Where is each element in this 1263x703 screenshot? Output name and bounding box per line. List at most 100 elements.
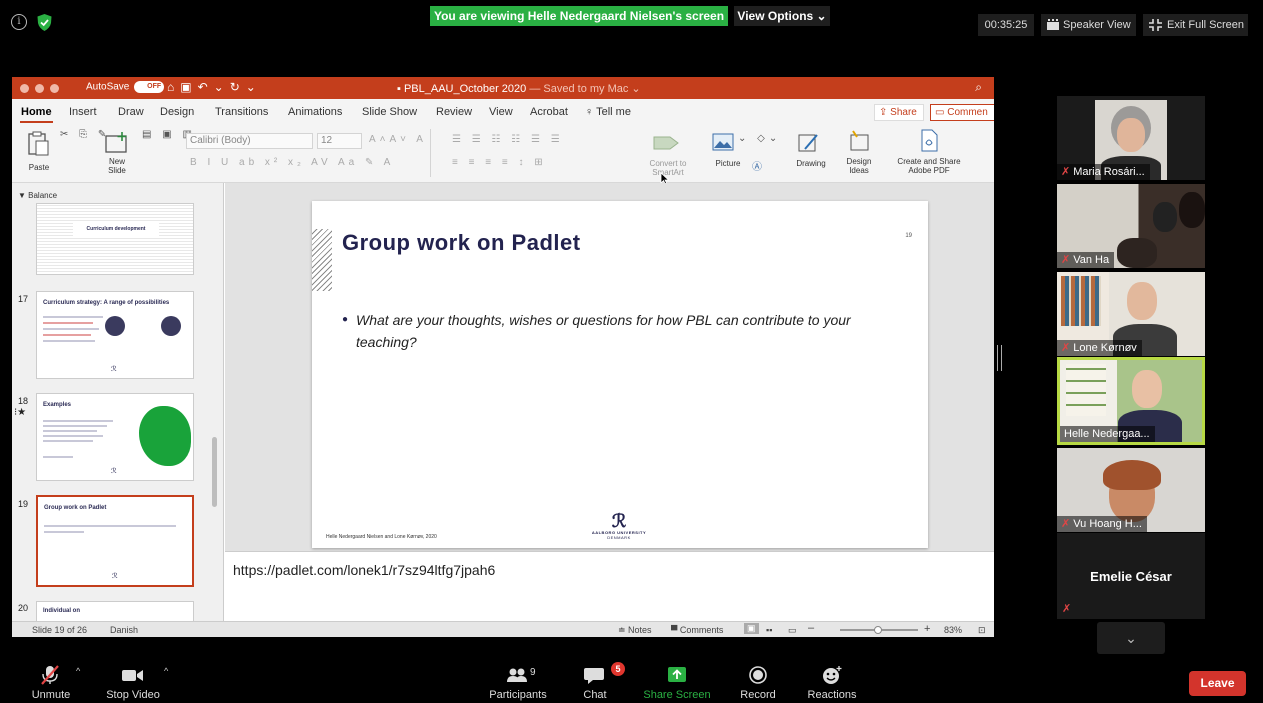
thumb-circle [161,316,181,336]
unmute-button[interactable]: Unmute ^ [20,656,82,703]
tab-home[interactable]: Home [21,106,52,118]
video-options-caret[interactable]: ^ [164,666,168,676]
autosave-toggle[interactable]: AutoSave OFF [86,81,165,93]
audio-options-caret[interactable]: ^ [76,666,80,676]
participant-tile[interactable]: ✗ Vu Hoang H... [1057,448,1205,532]
participant-tile[interactable]: ✗ Van Ha [1057,184,1205,268]
tab-transitions[interactable]: Transitions [215,106,268,118]
slide-thumbnail-16[interactable]: Curriculum development [36,203,194,275]
participant-tile[interactable]: ✗ Maria Rosári... [1057,96,1205,180]
show-more-participants-button[interactable]: ⌄ [1097,622,1165,654]
tab-animations[interactable]: Animations [288,106,342,118]
slide-thumbnail-20[interactable]: Individual on [36,601,194,621]
font-size-buttons[interactable]: A˄A˅ A [369,134,427,145]
normal-view-icon[interactable]: ▣ [744,623,759,634]
speaker-view-button[interactable]: Speaker View [1041,14,1136,36]
slide-thumbnail-17[interactable]: Curriculum strategy: A range of possibil… [36,291,194,379]
thumb-text-line [44,525,176,527]
exit-full-screen-button[interactable]: Exit Full Screen [1143,14,1248,36]
share-button[interactable]: ⇪ Share [874,104,924,121]
font-family-select[interactable]: Calibri (Body) [186,133,313,149]
chat-button[interactable]: Chat [575,656,615,703]
minimize-window-button[interactable] [35,84,44,93]
autosave-state[interactable]: OFF [134,81,165,93]
tab-view[interactable]: View [489,106,513,118]
info-icon[interactable]: i [11,14,27,30]
thumb-text-line [43,328,99,330]
tab-acrobat[interactable]: Acrobat [530,106,568,118]
tab-design[interactable]: Design [160,106,194,118]
fit-to-window-icon[interactable]: ⊡ [978,625,986,636]
zoom-out-button[interactable]: – [808,622,814,634]
new-slide-label: New Slide [108,157,126,175]
design-ideas-icon[interactable] [848,129,870,153]
zoom-percent[interactable]: 83% [944,625,962,635]
chat-unread-badge: 5 [611,662,625,676]
muted-mic-icon: ✗ [1061,254,1071,266]
adobe-pdf-icon[interactable] [919,129,939,153]
smartart-icon[interactable] [652,131,682,155]
quick-access-toolbar[interactable]: ⌂▣↶⌄↻⌄ [167,80,262,94]
alignment-buttons[interactable]: ≡ ≡ ≡ ≡ ↕ ⊞ [452,157,547,168]
ppt-title-bar: AutoSave OFF ⌂▣↶⌄↻⌄ ▪ PBL_AAU_October 20… [12,77,994,99]
leave-meeting-button[interactable]: Leave [1189,671,1246,696]
thumbnail-scrollbar[interactable] [212,437,217,507]
participants-label: Participants [489,689,547,701]
picture-label: Picture [715,159,741,168]
hair-shape [1103,460,1161,490]
split-divider-handle[interactable] [997,345,1002,371]
participant-name: ✗ Vu Hoang H... [1057,516,1147,532]
zoom-window-button[interactable] [50,84,59,93]
new-slide-icon[interactable] [104,131,132,155]
comments-toggle[interactable]: ▀ Comments [671,625,723,635]
list-buttons[interactable]: ☰ ☰ ☷ ☷ ☰ ☰ [452,134,564,145]
slide-thumbnail-19[interactable]: Group work on Padlet ℛ [36,495,194,587]
notes-toggle[interactable]: ≐ Notes [618,625,652,636]
reactions-button[interactable]: Reactions [802,656,862,703]
paste-icon[interactable] [26,131,50,157]
close-window-button[interactable] [20,84,29,93]
lightbulb-icon: ♀ [585,106,597,118]
comments-button[interactable]: ▭ Commen [930,104,994,121]
viewing-screen-banner: You are viewing Helle Nedergaard Nielsen… [430,6,728,26]
slide-decoration [312,229,332,291]
text-format-buttons[interactable]: B I U ab x² x₂ AV Aa ✎ A [190,157,394,168]
tab-review[interactable]: Review [436,106,472,118]
thumb-green-cloud [139,406,191,466]
share-screen-button[interactable]: Share Screen [639,656,715,703]
shared-powerpoint-window: AutoSave OFF ⌂▣↶⌄↻⌄ ▪ PBL_AAU_October 20… [12,77,994,637]
tell-me-search[interactable]: ♀ Tell me [585,106,631,118]
aau-logo-icon: ℛ [111,468,117,475]
security-shield-icon[interactable] [36,13,53,32]
section-header[interactable]: ▼ Balance [18,191,57,200]
participants-button[interactable]: Participants [483,656,553,703]
picture-icon[interactable] [712,133,734,151]
zoom-slider-knob[interactable] [874,626,882,634]
tab-insert[interactable]: Insert [69,106,97,118]
speaker-notes-pane[interactable]: https://padlet.com/lonek1/r7sz94ltfg7jpa… [225,551,994,621]
font-size-select[interactable]: 12 [317,133,362,149]
participant-tile-active-speaker[interactable]: Helle Nedergaa... [1057,357,1205,445]
exit-full-screen-icon [1149,19,1162,31]
clipboard-tools[interactable]: ✂ ⎘ ✎ [60,129,110,140]
participant-tile-no-video[interactable]: Emelie César ✗ [1057,533,1205,619]
record-button[interactable]: Record [734,656,782,703]
zoom-in-button[interactable]: + [924,623,930,635]
reactions-label: Reactions [807,689,857,701]
aau-logo-icon: ℛ [611,511,627,531]
drawing-icon[interactable] [797,131,821,155]
search-icon[interactable]: ⌕ [975,80,982,95]
stop-video-button[interactable]: Stop Video ^ [102,656,168,703]
slide-sorter-icon[interactable]: ▪▪ [766,625,772,635]
view-options-button[interactable]: View Options ⌄ [734,6,830,26]
participant-tile[interactable]: ✗ Lone Kørnøv [1057,272,1205,356]
tab-draw[interactable]: Draw [118,106,144,118]
slide-thumbnail-18[interactable]: Examples ℛ [36,393,194,481]
current-slide[interactable]: Group work on Padlet 19 What are your th… [312,201,928,548]
tab-slide-show[interactable]: Slide Show [362,106,417,118]
shapes-button[interactable]: ⌄ ◇⌄ [738,133,781,144]
participants-icon [507,668,527,682]
language[interactable]: Danish [110,625,138,635]
textbox-icon[interactable]: Ⓐ [752,158,766,173]
presenter-view-icon[interactable]: ▭ [788,625,797,636]
